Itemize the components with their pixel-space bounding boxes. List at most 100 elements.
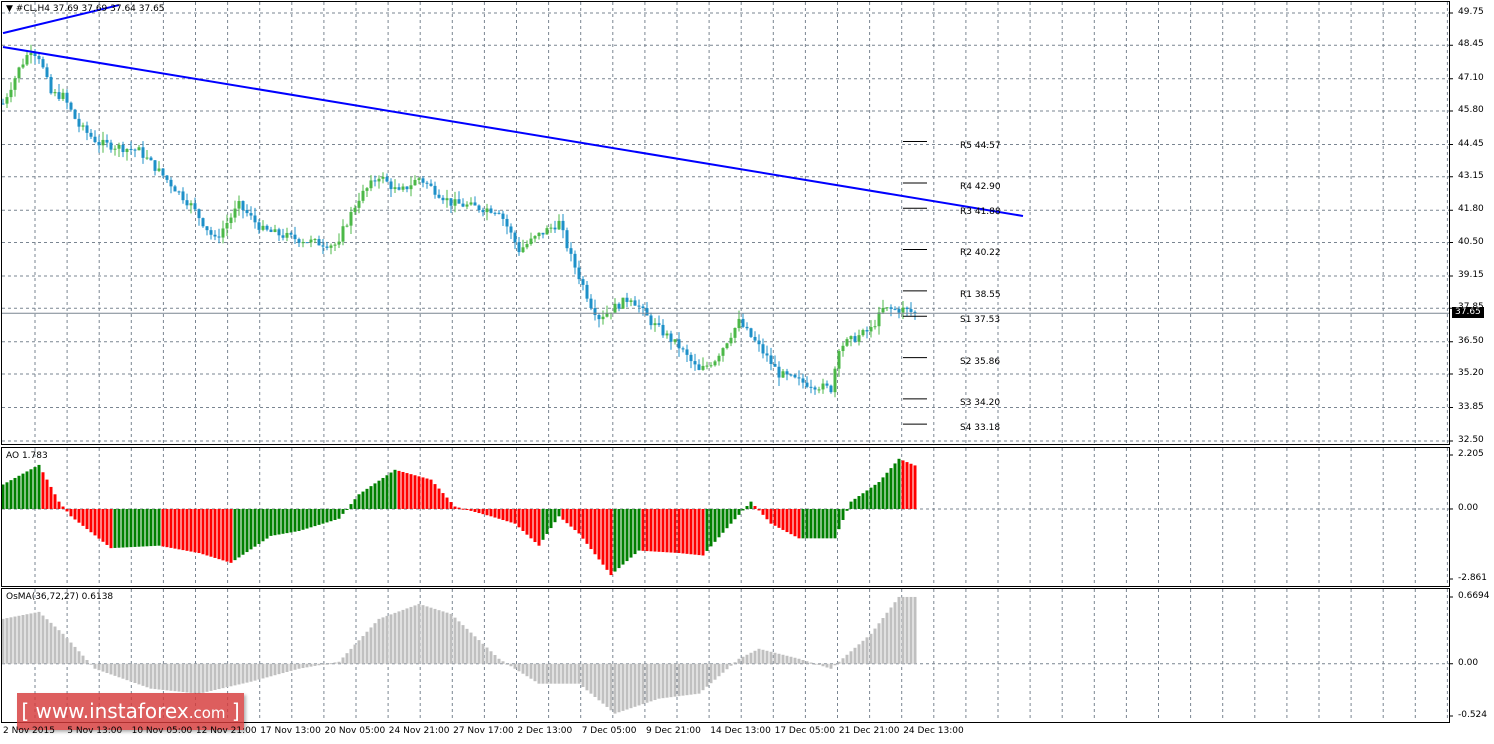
ao-bar (129, 508, 133, 548)
ao-bar (705, 508, 709, 551)
ao-bar (137, 508, 141, 547)
ao-bar (497, 508, 501, 519)
candle-body (557, 220, 561, 230)
osma-bar (689, 663, 693, 695)
candle-body (613, 303, 617, 313)
candle-body (257, 222, 261, 230)
ao-bar (609, 508, 613, 576)
osma-bar (297, 663, 301, 669)
ao-bar (477, 508, 481, 514)
osma-bar (149, 663, 153, 689)
ao-bar (793, 508, 797, 537)
ao-bar (101, 508, 105, 542)
ao-bar (421, 477, 425, 509)
chart-canvas[interactable] (0, 0, 1494, 744)
ao-bar (637, 508, 641, 551)
candle-body (129, 148, 133, 150)
osma-bar (861, 640, 865, 664)
ao-bar (629, 508, 633, 558)
candle-body (329, 245, 333, 248)
ao-bar (869, 487, 873, 509)
osma-bar (589, 663, 593, 694)
candle-body (645, 308, 649, 316)
candle-body (537, 232, 541, 237)
ao-bar (85, 508, 89, 530)
osma-bar (581, 663, 585, 688)
candle-body (649, 315, 653, 326)
ao-bar (713, 508, 717, 542)
osma-bar (809, 662, 813, 664)
x-axis-label: 21 Dec 21:00 (838, 726, 900, 736)
candle-body (805, 382, 809, 387)
ao-bar (889, 468, 893, 509)
ao-bar (473, 508, 477, 512)
osma-bar (605, 663, 609, 707)
candle-body (469, 202, 473, 205)
ao-bar (841, 508, 845, 520)
ao-bar (297, 508, 301, 532)
ao-bar (289, 508, 293, 533)
osma-bar (185, 663, 189, 693)
candle-body (153, 160, 157, 171)
ao-bar (781, 508, 785, 530)
ao-bar (557, 508, 561, 517)
osma-bar (817, 663, 821, 665)
osma-bar (69, 642, 73, 664)
ao-bar (801, 508, 805, 539)
osma-bar (621, 663, 625, 711)
osma-bar (369, 627, 373, 664)
candle-body (429, 183, 433, 186)
candle-body (685, 349, 689, 355)
ao-bar (209, 508, 213, 557)
candle-body (417, 178, 421, 180)
ao-bar (605, 508, 609, 570)
candle-body (17, 67, 21, 79)
candle-body (433, 185, 437, 195)
osma-bar (721, 663, 725, 673)
osma-bar (201, 663, 205, 693)
osma-bar (749, 652, 753, 664)
ao-bar (113, 508, 117, 548)
osma-bar (89, 663, 93, 665)
ao-bar (769, 508, 773, 524)
osma-bar (529, 663, 533, 679)
osma-bar (361, 636, 365, 664)
candle-body (817, 389, 821, 391)
x-axis-label: 27 Nov 17:00 (453, 726, 514, 736)
ao-bar (885, 472, 889, 509)
osma-bar (893, 602, 897, 664)
x-axis-label: 17 Nov 13:00 (260, 726, 321, 736)
ao-bar (449, 502, 453, 509)
x-axis-label: 9 Dec 21:00 (646, 726, 701, 736)
candle-body (193, 203, 197, 210)
candle-body (189, 203, 193, 206)
osma-bar (829, 663, 833, 669)
candle-body (481, 209, 485, 213)
osma-bar (305, 663, 309, 668)
osma-bar (585, 663, 589, 691)
osma-bar (629, 663, 633, 709)
osma-bar (157, 663, 161, 690)
candle-body (205, 226, 209, 231)
ao-bar (529, 508, 533, 539)
candle-body (853, 336, 857, 342)
osma-bar (641, 663, 645, 705)
ao-bar (741, 508, 745, 511)
ao-bar (9, 480, 13, 509)
triangle-down-icon[interactable]: ▼ (6, 4, 13, 14)
osma-bar (625, 663, 629, 710)
osma-bar (317, 663, 321, 666)
osma-bar (469, 632, 473, 664)
osma-bar (913, 596, 917, 664)
osma-bar (773, 652, 777, 664)
candle-body (357, 200, 361, 208)
osma-bar (293, 663, 297, 670)
osma-bar (269, 663, 273, 677)
osma-bar (21, 614, 25, 664)
ao-bar (341, 508, 345, 514)
ao-bar (45, 479, 49, 509)
ao-bar (389, 472, 393, 509)
candle-body (733, 328, 737, 338)
osma-bar (517, 663, 521, 672)
ao-bar (5, 482, 9, 509)
